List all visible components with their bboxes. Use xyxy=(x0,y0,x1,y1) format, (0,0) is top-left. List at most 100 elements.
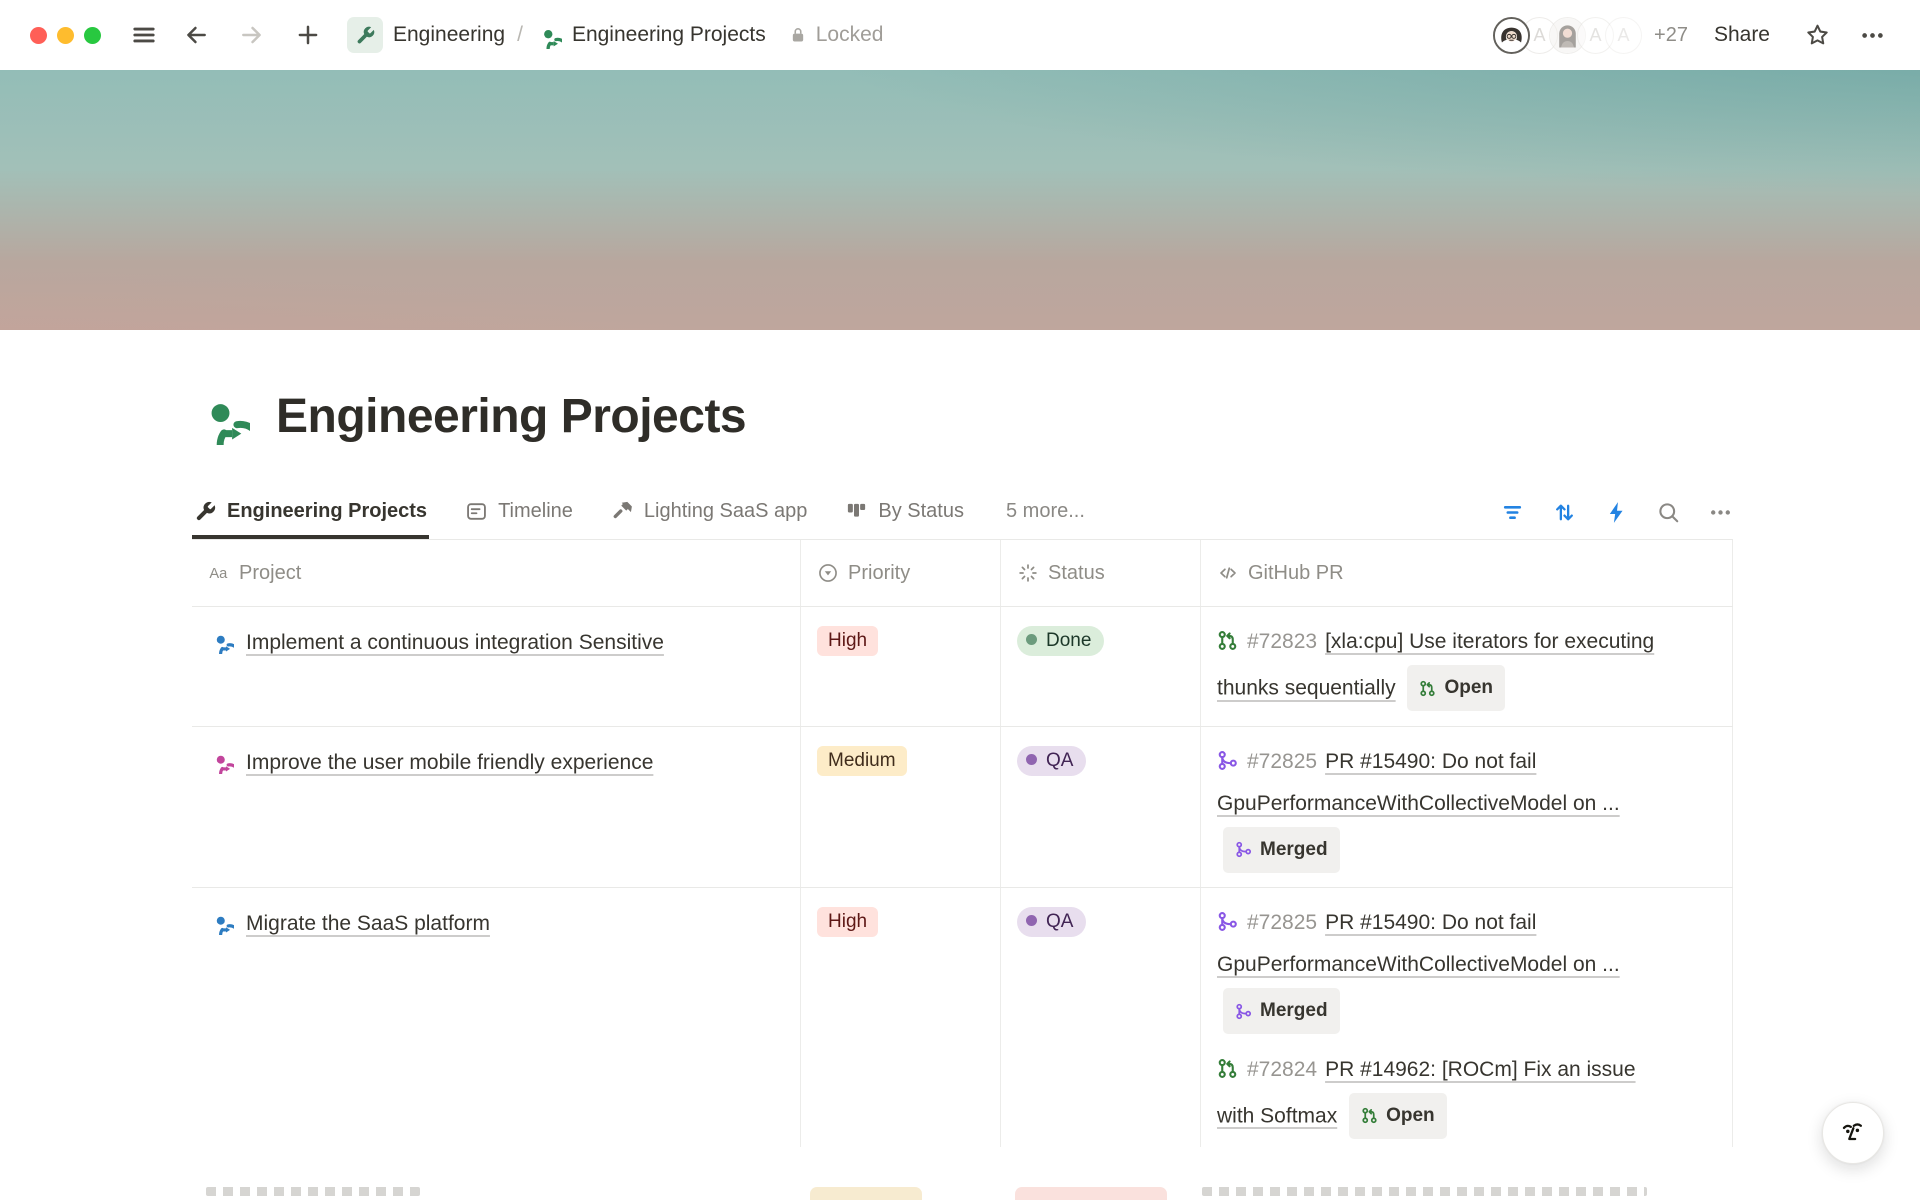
column-header-icon xyxy=(208,562,230,584)
project-cell[interactable]: Migrate the SaaS platform xyxy=(192,888,800,1153)
automations-button[interactable] xyxy=(1604,500,1629,525)
partial-project-text xyxy=(206,1187,420,1196)
github-pr-entry: #72825PR #15490: Do not fail GpuPerforma… xyxy=(1217,741,1665,872)
column-header-label: Status xyxy=(1048,562,1105,585)
locked-indicator[interactable]: Locked xyxy=(788,23,884,47)
sidebar-menu-button[interactable] xyxy=(127,18,161,52)
view-tab-icon xyxy=(611,500,634,523)
view-tab-timeline[interactable]: Timeline xyxy=(463,500,575,539)
project-title-link[interactable]: Implement a continuous integration Sensi… xyxy=(246,631,664,654)
pr-badge-state-icon xyxy=(1361,1107,1378,1124)
wrench-icon xyxy=(355,25,376,46)
collaborator-avatars[interactable]: A A A xyxy=(1493,17,1642,54)
status-cell[interactable]: QA xyxy=(1000,727,1200,888)
priority-tag[interactable]: High xyxy=(817,626,878,656)
filter-icon xyxy=(1500,500,1525,525)
page-title[interactable]: Engineering Projects xyxy=(276,389,746,444)
priority-cell[interactable]: High xyxy=(800,607,1000,726)
column-header-status[interactable]: Status xyxy=(1000,540,1200,606)
pr-badge-label: Merged xyxy=(1260,990,1328,1032)
back-button[interactable] xyxy=(179,18,213,52)
status-tag[interactable]: QA xyxy=(1017,907,1086,937)
project-title-link[interactable]: Migrate the SaaS platform xyxy=(246,912,490,935)
column-header-priority[interactable]: Priority xyxy=(800,540,1000,606)
view-tab-engineering-projects[interactable]: Engineering Projects xyxy=(192,500,429,539)
minimize-window-button[interactable] xyxy=(57,27,74,44)
pr-badge-label: Open xyxy=(1386,1095,1435,1137)
project-loop-icon xyxy=(208,909,234,935)
breadcrumb-root-chip[interactable] xyxy=(347,17,383,53)
project-title-link[interactable]: Improve the user mobile friendly experie… xyxy=(246,751,653,774)
pr-status-badge[interactable]: Merged xyxy=(1223,827,1340,873)
table-row: Improve the user mobile friendly experie… xyxy=(192,727,1733,889)
notion-ai-button[interactable] xyxy=(1822,1102,1884,1164)
pr-badge-label: Merged xyxy=(1260,829,1328,871)
column-header-label: Priority xyxy=(848,562,910,585)
lightning-icon xyxy=(1604,500,1629,525)
priority-cell[interactable]: High xyxy=(800,888,1000,1153)
column-header-project[interactable]: Project xyxy=(192,540,800,606)
status-dot xyxy=(1026,634,1037,645)
page-cover-image xyxy=(0,70,1920,330)
project-cell[interactable]: Implement a continuous integration Sensi… xyxy=(192,607,800,726)
status-tag[interactable]: QA xyxy=(1017,746,1086,776)
github-pr-cell[interactable]: #72825PR #15490: Do not fail GpuPerforma… xyxy=(1200,888,1733,1153)
ellipsis-icon xyxy=(1859,22,1886,49)
view-tab-lighting-saas-app[interactable]: Lighting SaaS app xyxy=(609,500,809,539)
star-icon xyxy=(1804,22,1831,49)
pr-status-badge[interactable]: Open xyxy=(1407,665,1505,711)
window-toolbar: Engineering / Engineering Projects Locke… xyxy=(0,0,1920,70)
more-views-button[interactable]: 5 more... xyxy=(1000,499,1091,539)
share-button[interactable]: Share xyxy=(1708,22,1776,48)
locked-label: Locked xyxy=(816,23,884,47)
view-options-button[interactable] xyxy=(1708,500,1733,525)
close-window-button[interactable] xyxy=(30,27,47,44)
github-pr-cell[interactable]: #72823[xla:cpu] Use iterators for execut… xyxy=(1200,607,1733,726)
pr-number: #72825 xyxy=(1247,911,1317,934)
forward-button[interactable] xyxy=(235,18,269,52)
zoom-window-button[interactable] xyxy=(84,27,101,44)
github-pr-cell[interactable]: #72825PR #15490: Do not fail GpuPerforma… xyxy=(1200,727,1733,888)
pr-number: #72824 xyxy=(1247,1058,1317,1081)
column-header-github-pr[interactable]: GitHub PR xyxy=(1200,540,1733,606)
sort-button[interactable] xyxy=(1552,500,1577,525)
avatar[interactable] xyxy=(1493,17,1530,54)
lock-icon xyxy=(788,25,808,45)
breadcrumb-root[interactable]: Engineering xyxy=(393,23,505,47)
breadcrumb-page[interactable]: Engineering Projects xyxy=(572,23,766,47)
page-content: Engineering Projects Engineering Project… xyxy=(0,380,1920,1154)
status-cell[interactable]: Done xyxy=(1000,607,1200,726)
table-row: Migrate the SaaS platform High QA #72825… xyxy=(192,888,1733,1154)
pr-badge-state-icon xyxy=(1235,841,1252,858)
favorite-button[interactable] xyxy=(1800,18,1835,53)
breadcrumb-separator: / xyxy=(517,23,523,47)
status-tag[interactable]: Done xyxy=(1017,626,1104,656)
pr-state-icon xyxy=(1217,911,1238,932)
view-tab-by-status[interactable]: By Status xyxy=(843,500,966,539)
pr-number: #72823 xyxy=(1247,630,1317,653)
database-table: Project Priority Status GitHub PR Implem… xyxy=(192,540,1733,1154)
page-loop-icon xyxy=(535,22,562,49)
pr-status-badge[interactable]: Merged xyxy=(1223,988,1340,1034)
pr-state-icon xyxy=(1217,630,1238,651)
page-loop-icon-large[interactable] xyxy=(192,387,250,445)
pr-status-badge[interactable]: Open xyxy=(1349,1093,1447,1139)
view-tab-label: Lighting SaaS app xyxy=(644,500,807,523)
column-header-label: Project xyxy=(239,562,301,585)
status-cell[interactable]: QA xyxy=(1000,888,1200,1153)
page-options-button[interactable] xyxy=(1855,18,1890,53)
project-loop-icon xyxy=(208,748,234,774)
priority-tag[interactable]: High xyxy=(817,907,878,937)
view-tab-icon xyxy=(194,500,217,523)
priority-cell[interactable]: Medium xyxy=(800,727,1000,888)
search-button[interactable] xyxy=(1656,500,1681,525)
priority-tag[interactable]: Medium xyxy=(817,746,907,776)
github-pr-entry: #72823[xla:cpu] Use iterators for execut… xyxy=(1217,621,1665,710)
filter-button[interactable] xyxy=(1500,500,1525,525)
ai-face-icon xyxy=(1837,1117,1869,1149)
breadcrumb: Engineering / Engineering Projects xyxy=(347,17,766,53)
project-cell[interactable]: Improve the user mobile friendly experie… xyxy=(192,727,800,888)
new-tab-button[interactable] xyxy=(291,18,325,52)
avatar[interactable]: A xyxy=(1605,17,1642,54)
avatar-overflow-count[interactable]: +27 xyxy=(1654,24,1688,47)
